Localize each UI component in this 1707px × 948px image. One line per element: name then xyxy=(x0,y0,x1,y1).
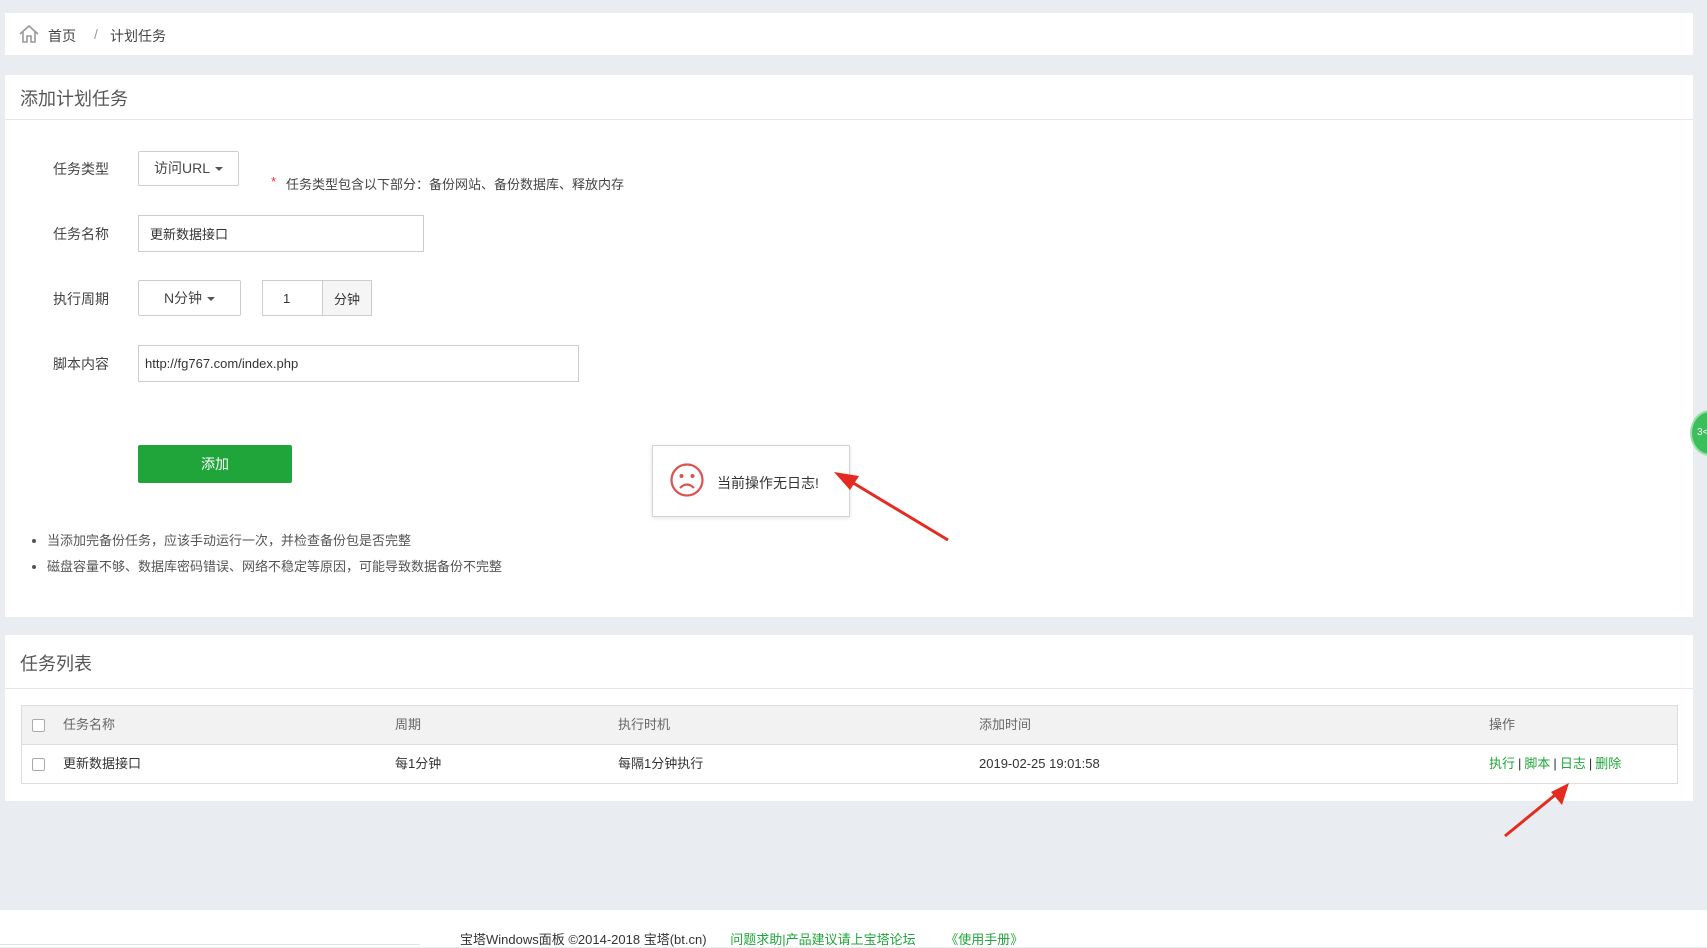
col-added: 添加时间 xyxy=(979,717,1032,732)
panel-title: 任务列表 xyxy=(20,654,92,674)
script-link[interactable]: 脚本 xyxy=(1524,756,1550,771)
table-row: 更新数据接口 每1分钟 每隔1分钟执行 2019-02-25 19:01:58 … xyxy=(22,745,1677,783)
separator: | xyxy=(1553,756,1557,771)
footer-forum-link[interactable]: 问题求助|产品建议请上宝塔论坛 xyxy=(730,932,915,947)
chevron-down-icon xyxy=(215,167,223,172)
cycle-unit: 分钟 xyxy=(333,291,360,307)
note-item: 磁盘容量不够、数据库密码错误、网络不稳定等原因，可能导致数据备份不完整 xyxy=(47,554,502,580)
task-list-panel: 任务列表 任务名称 周期 执行时机 添加时间 操作 更新数据接口 每1分钟 每隔… xyxy=(5,635,1693,801)
home-icon[interactable] xyxy=(18,23,40,45)
col-cycle: 周期 xyxy=(395,717,422,732)
breadcrumb-separator: / xyxy=(94,26,98,42)
add-task-panel: 添加计划任务 任务类型 访问URL * 任务类型包含以下部分：备份网站、备份数据… xyxy=(5,75,1693,617)
chevron-down-icon xyxy=(207,297,216,302)
cycle-type-value: N分钟 xyxy=(163,290,203,306)
divider xyxy=(5,119,1693,120)
breadcrumb-home-link[interactable]: 首页 xyxy=(48,26,76,46)
note-item: 当添加完备份任务，应该手动运行一次，并检查备份包是否完整 xyxy=(47,528,502,554)
task-table: 任务名称 周期 执行时机 添加时间 操作 更新数据接口 每1分钟 每隔1分钟执行… xyxy=(21,705,1678,784)
script-label: 脚本内容 xyxy=(53,356,109,372)
cycle-unit-addon: 分钟 xyxy=(322,280,372,316)
row-added: 2019-02-25 19:01:58 xyxy=(979,756,1100,771)
task-type-tip: 任务类型包含以下部分：备份网站、备份数据库、释放内存 xyxy=(286,177,625,192)
task-name-value: 更新数据接口 xyxy=(150,227,229,242)
footer-copyright: 宝塔Windows面板 ©2014-2018 宝塔(bt.cn) xyxy=(460,932,707,947)
footer-manual-link[interactable]: 《使用手册》 xyxy=(945,932,1023,947)
run-link[interactable]: 执行 xyxy=(1489,756,1515,771)
toast-text: 当前操作无日志! xyxy=(717,475,819,491)
divider xyxy=(5,688,1693,689)
task-name-input[interactable]: 更新数据接口 xyxy=(138,215,424,252)
select-all-checkbox[interactable] xyxy=(32,719,45,732)
separator: | xyxy=(1588,756,1593,771)
cycle-minutes-value: 1 xyxy=(283,290,291,306)
log-link[interactable]: 日志 xyxy=(1560,756,1586,771)
sad-face-icon xyxy=(670,463,704,497)
row-exec: 每隔1分钟执行 xyxy=(618,756,704,771)
task-type-value: 访问URL xyxy=(153,160,210,176)
divider xyxy=(0,944,420,945)
task-type-label: 任务类型 xyxy=(53,161,109,177)
col-exec: 执行时机 xyxy=(618,717,671,732)
row-name: 更新数据接口 xyxy=(63,756,142,771)
row-checkbox[interactable] xyxy=(32,758,45,771)
cycle-minutes-input[interactable]: 1 xyxy=(262,280,323,316)
table-header: 任务名称 周期 执行时机 添加时间 操作 xyxy=(22,706,1677,745)
cycle-label: 执行周期 xyxy=(53,291,109,307)
script-value: http://fg767.com/index.php xyxy=(145,356,299,371)
col-ops: 操作 xyxy=(1489,717,1516,732)
add-button[interactable]: 添加 xyxy=(138,445,292,483)
breadcrumb-current: 计划任务 xyxy=(110,28,166,44)
task-name-label: 任务名称 xyxy=(53,226,109,242)
footer: 宝塔Windows面板 ©2014-2018 宝塔(bt.cn) 问题求助|产品… xyxy=(0,910,1707,947)
panel-title: 添加计划任务 xyxy=(20,89,128,109)
task-type-dropdown[interactable]: 访问URL xyxy=(138,151,239,186)
row-cycle: 每1分钟 xyxy=(395,756,442,771)
toast-message: 当前操作无日志! xyxy=(652,445,850,517)
breadcrumb: 首页 / 计划任务 xyxy=(5,13,1693,55)
delete-link[interactable]: 删除 xyxy=(1595,756,1621,771)
col-name: 任务名称 xyxy=(63,717,116,732)
separator: | xyxy=(1518,756,1522,771)
script-input[interactable]: http://fg767.com/index.php xyxy=(138,345,579,382)
notes-list: 当添加完备份任务，应该手动运行一次，并检查备份包是否完整 磁盘容量不够、数据库密… xyxy=(27,528,502,580)
row-actions: 执行 | 脚本 | 日志 | 删除 xyxy=(1489,745,1621,783)
cycle-type-dropdown[interactable]: N分钟 xyxy=(138,280,241,316)
required-star: * xyxy=(271,174,277,189)
